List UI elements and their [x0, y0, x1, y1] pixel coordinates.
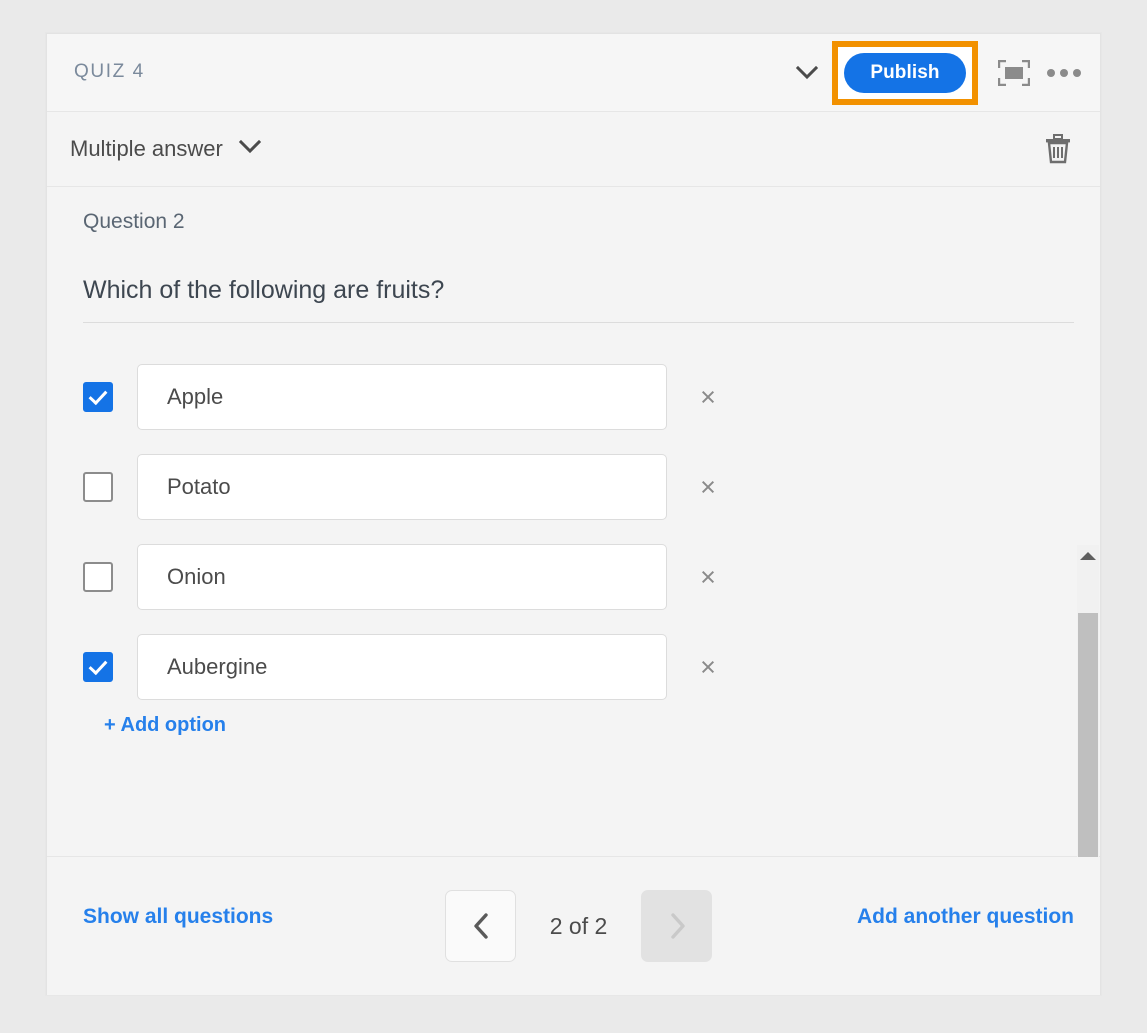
dot: [1073, 69, 1081, 77]
question-number-label: Question 2: [83, 210, 185, 234]
question-body: Question 2 Which of the following are fr…: [47, 187, 1100, 857]
delete-question-button[interactable]: [1038, 129, 1078, 169]
option-row: ×: [47, 622, 1100, 712]
remove-option-button[interactable]: ×: [689, 558, 727, 596]
dot: [1047, 69, 1055, 77]
previous-question-button[interactable]: [445, 890, 516, 962]
publish-button-highlight: Publish: [832, 41, 978, 105]
quiz-footer: Show all questions 2 of 2 Add another qu…: [47, 857, 1100, 995]
triangle-up: [1080, 552, 1096, 560]
remove-option-button[interactable]: ×: [689, 378, 727, 416]
question-type-label: Multiple answer: [70, 136, 223, 162]
expand-fullscreen-icon[interactable]: [992, 51, 1036, 95]
publish-button[interactable]: Publish: [844, 53, 966, 93]
chevron-down-icon[interactable]: [786, 52, 828, 94]
quiz-header: QUIZ 4 Publish: [47, 34, 1100, 112]
option-input[interactable]: [137, 454, 667, 520]
chevron-down-icon: [239, 140, 261, 159]
chevron-right-icon: [668, 912, 686, 940]
question-type-row: Multiple answer: [47, 112, 1100, 187]
dot: [1060, 69, 1068, 77]
option-input[interactable]: [137, 634, 667, 700]
option-checkbox[interactable]: [83, 652, 113, 682]
next-question-button: [641, 890, 712, 962]
option-input[interactable]: [137, 544, 667, 610]
remove-option-button[interactable]: ×: [689, 468, 727, 506]
options-list: × × × ×: [47, 352, 1100, 712]
option-checkbox[interactable]: [83, 382, 113, 412]
question-pagination: 2 of 2: [445, 890, 712, 962]
page-indicator: 2 of 2: [516, 913, 641, 940]
question-underline: [83, 322, 1074, 323]
trash-icon: [1043, 133, 1073, 165]
add-option-button[interactable]: + Add option: [104, 714, 226, 737]
option-checkbox[interactable]: [83, 562, 113, 592]
header-actions: Publish: [786, 34, 1086, 111]
add-another-question-link[interactable]: Add another question: [857, 905, 1074, 929]
option-row: ×: [47, 352, 1100, 442]
page-title: QUIZ 4: [74, 61, 145, 83]
question-type-dropdown[interactable]: Multiple answer: [70, 112, 261, 186]
scroll-up-arrow-icon[interactable]: [1077, 545, 1099, 567]
option-row: ×: [47, 442, 1100, 532]
more-options-icon[interactable]: [1042, 51, 1086, 95]
option-checkbox[interactable]: [83, 472, 113, 502]
quiz-editor-card: QUIZ 4 Publish: [46, 33, 1101, 995]
option-row: ×: [47, 532, 1100, 622]
option-input[interactable]: [137, 364, 667, 430]
remove-option-button[interactable]: ×: [689, 648, 727, 686]
question-text[interactable]: Which of the following are fruits?: [83, 276, 444, 305]
chevron-left-icon: [472, 912, 490, 940]
show-all-questions-link[interactable]: Show all questions: [83, 905, 273, 929]
